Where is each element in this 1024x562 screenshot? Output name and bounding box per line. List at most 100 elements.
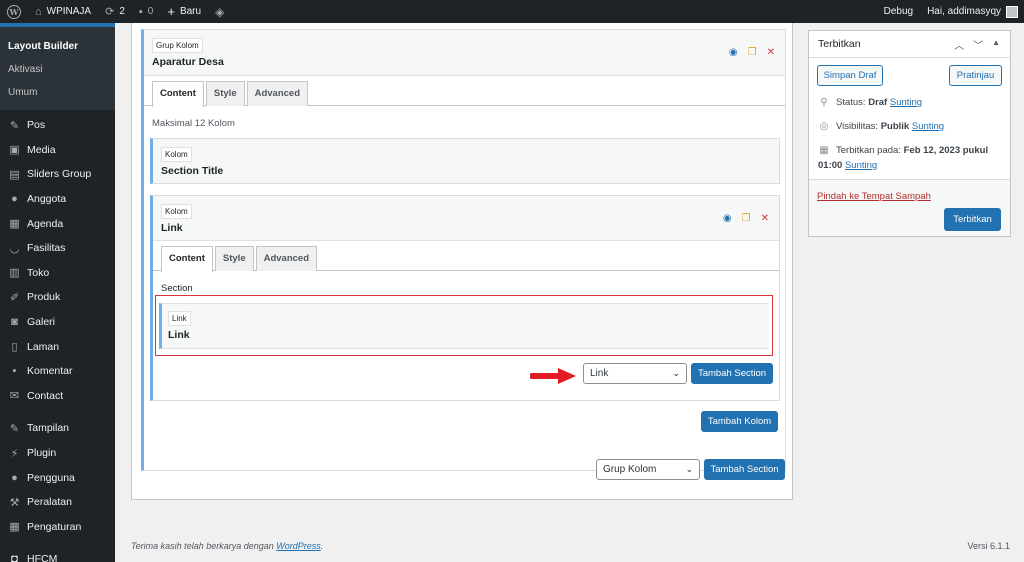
plugin-toolbar-link[interactable]: ◈ bbox=[208, 0, 236, 23]
sidebar-item-fasilitas[interactable]: ◡ Fasilitas bbox=[0, 236, 115, 261]
chevron-up-icon[interactable]: ︿ bbox=[954, 37, 964, 52]
media-icon: ▣ bbox=[9, 144, 20, 157]
section-title: Link bbox=[168, 329, 190, 341]
collapse-triangle-icon[interactable]: ▲ bbox=[992, 37, 1000, 52]
robot-icon: ◘ bbox=[11, 553, 18, 562]
tab-content[interactable]: Content bbox=[161, 246, 213, 272]
sidebar-item-media[interactable]: ▣ Media bbox=[0, 138, 115, 163]
sidebar-item-pengguna[interactable]: ● Pengguna bbox=[0, 465, 115, 490]
block-type-value: Grup Kolom bbox=[603, 464, 657, 475]
greeting: Hai, addimasyqy bbox=[927, 6, 1001, 17]
sidebar-item-contact[interactable]: ✉ Contact bbox=[0, 384, 115, 409]
submenu-item-layout-builder[interactable]: Layout Builder bbox=[0, 35, 115, 58]
close-icon[interactable]: ✕ bbox=[767, 47, 775, 58]
sidebar-item-plugin[interactable]: ⚡ Plugin bbox=[0, 441, 115, 466]
edit-status-link[interactable]: Sunting bbox=[890, 97, 922, 108]
save-draft-button[interactable]: Simpan Draf bbox=[817, 65, 883, 86]
add-column-button[interactable]: Tambah Kolom bbox=[701, 411, 778, 432]
site-name-link[interactable]: ⌂ WPINAJA bbox=[28, 0, 98, 23]
sidebar-item-laman[interactable]: ▯ Laman bbox=[0, 334, 115, 359]
tab-advanced[interactable]: Advanced bbox=[246, 81, 309, 106]
visibility-value: Publik bbox=[880, 121, 910, 132]
pin-icon: ✎ bbox=[9, 119, 20, 132]
copy-icon[interactable]: ❐ bbox=[742, 213, 751, 224]
status-row: ⚲ Status: Draf Sunting bbox=[818, 97, 922, 108]
sidebar-item-toko[interactable]: ▥ Toko bbox=[0, 261, 115, 286]
account-menu[interactable]: Hai, addimasyqy bbox=[920, 0, 1024, 23]
sidebar-item-label: HFCM bbox=[27, 553, 58, 562]
plugin-icon: ⚡ bbox=[10, 447, 19, 460]
column-block-link: Kolom Link ◉ ❐ ✕ Content Style Advanced … bbox=[150, 195, 780, 401]
sidebar-item-hfcm[interactable]: ◘ HFCM bbox=[0, 547, 115, 562]
add-section-button[interactable]: Tambah Section bbox=[691, 363, 773, 384]
sidebar-item-peralatan[interactable]: ⚒ Peralatan bbox=[0, 490, 115, 515]
section-block-link[interactable]: Link Link bbox=[159, 303, 769, 349]
updates-count: 2 bbox=[119, 6, 125, 17]
smile-icon: ◡ bbox=[9, 242, 20, 255]
block-type-select[interactable]: Grup Kolom ⌄ bbox=[596, 459, 700, 480]
footer-period: . bbox=[320, 541, 324, 551]
publish-button[interactable]: Terbitkan bbox=[944, 208, 1001, 231]
debug-link[interactable]: Debug bbox=[877, 0, 920, 23]
sidebar-item-label: Pengguna bbox=[27, 471, 75, 484]
sidebar-item-anggota[interactable]: ● Anggota bbox=[0, 187, 115, 212]
tab-advanced[interactable]: Advanced bbox=[255, 246, 318, 271]
mail-icon: ✉ bbox=[9, 390, 20, 403]
tab-style[interactable]: Style bbox=[214, 246, 254, 271]
footer-text: Terima kasih telah berkarya dengan bbox=[131, 541, 277, 551]
section-type-select[interactable]: Link ⌄ bbox=[583, 363, 687, 384]
section-tag: Link bbox=[168, 311, 191, 326]
updates-link[interactable]: ⟳ 2 bbox=[98, 0, 132, 23]
wordpress-link[interactable]: WordPress bbox=[276, 541, 321, 551]
eye-icon[interactable]: ◉ bbox=[723, 213, 732, 224]
publish-date-row: ▦ Terbitkan pada: Feb 12, 2023 pukul bbox=[818, 145, 1008, 156]
debug-label: Debug bbox=[883, 6, 914, 17]
chevron-down-icon: ⌄ bbox=[685, 464, 693, 474]
comments-link[interactable]: ▪ 0 bbox=[132, 0, 160, 23]
publish-box-header: Terbitkan ︿ ﹀ ▲ bbox=[809, 31, 1010, 58]
preview-button[interactable]: Pratinjau bbox=[949, 65, 1002, 86]
tab-content[interactable]: Content bbox=[152, 81, 204, 107]
publish-date-value: Feb 12, 2023 pukul bbox=[903, 145, 989, 156]
calendar-icon: ▦ bbox=[9, 218, 20, 231]
edit-date-link[interactable]: Sunting bbox=[845, 160, 877, 171]
chevron-down-icon[interactable]: ﹀ bbox=[973, 37, 983, 52]
publish-actions: Pindah ke Tempat Sampah Terbitkan bbox=[809, 179, 1010, 236]
sidebar-item-label: Laman bbox=[27, 340, 60, 353]
copy-icon[interactable]: ❐ bbox=[748, 47, 757, 58]
tab-style[interactable]: Style bbox=[205, 81, 245, 106]
submenu-item-aktivasi[interactable]: Aktivasi bbox=[0, 58, 115, 81]
site-name: WPINAJA bbox=[46, 6, 92, 17]
sidebar-item-komentar[interactable]: ▪ Komentar bbox=[0, 359, 115, 384]
sidebar-item-tampilan[interactable]: ✎ Tampilan bbox=[0, 416, 115, 441]
add-section-bottom-button[interactable]: Tambah Section bbox=[704, 459, 785, 480]
sidebar-item-label: Produk bbox=[27, 291, 61, 304]
column-tag: Kolom bbox=[161, 147, 192, 162]
settings-icon: ▦ bbox=[9, 521, 20, 534]
sidebar-item-sliders-group[interactable]: ▤ Sliders Group bbox=[0, 162, 115, 187]
close-icon[interactable]: ✕ bbox=[761, 213, 769, 224]
sidebar-item-pos[interactable]: ✎ Pos bbox=[0, 113, 115, 138]
comment-bubble-icon: ▪ bbox=[138, 5, 143, 18]
sidebar-item-pengaturan[interactable]: ▦ Pengaturan bbox=[0, 515, 115, 540]
wp-logo-menu[interactable]: W bbox=[0, 0, 28, 23]
edit-visibility-link[interactable]: Sunting bbox=[912, 121, 944, 132]
publish-box: Terbitkan ︿ ﹀ ▲ Simpan Draf Pratinjau ⚲ … bbox=[808, 30, 1011, 237]
move-to-trash-link[interactable]: Pindah ke Tempat Sampah bbox=[817, 191, 931, 202]
sidebar-item-galeri[interactable]: ◙ Galeri bbox=[0, 310, 115, 335]
sidebar-item-label: Sliders Group bbox=[27, 168, 92, 181]
diamond-icon: ◈ bbox=[215, 4, 225, 19]
eye-icon[interactable]: ◉ bbox=[729, 47, 738, 58]
sidebar-item-agenda[interactable]: ▦ Agenda bbox=[0, 211, 115, 236]
submenu-item-umum[interactable]: Umum bbox=[0, 81, 115, 104]
wrench-icon: ⚒ bbox=[9, 496, 20, 509]
publish-box-title: Terbitkan bbox=[818, 38, 861, 50]
page-icon: ▯ bbox=[11, 341, 18, 354]
calendar-icon: ▦ bbox=[819, 145, 829, 156]
new-content-link[interactable]: + Baru bbox=[160, 0, 208, 23]
camera-icon: ◙ bbox=[11, 316, 18, 329]
publish-time-row: 01:00 Sunting bbox=[818, 160, 877, 171]
home-icon: ⌂ bbox=[35, 5, 42, 18]
wordpress-logo-icon: W bbox=[7, 4, 21, 19]
sidebar-item-produk[interactable]: ✐ Produk bbox=[0, 285, 115, 310]
